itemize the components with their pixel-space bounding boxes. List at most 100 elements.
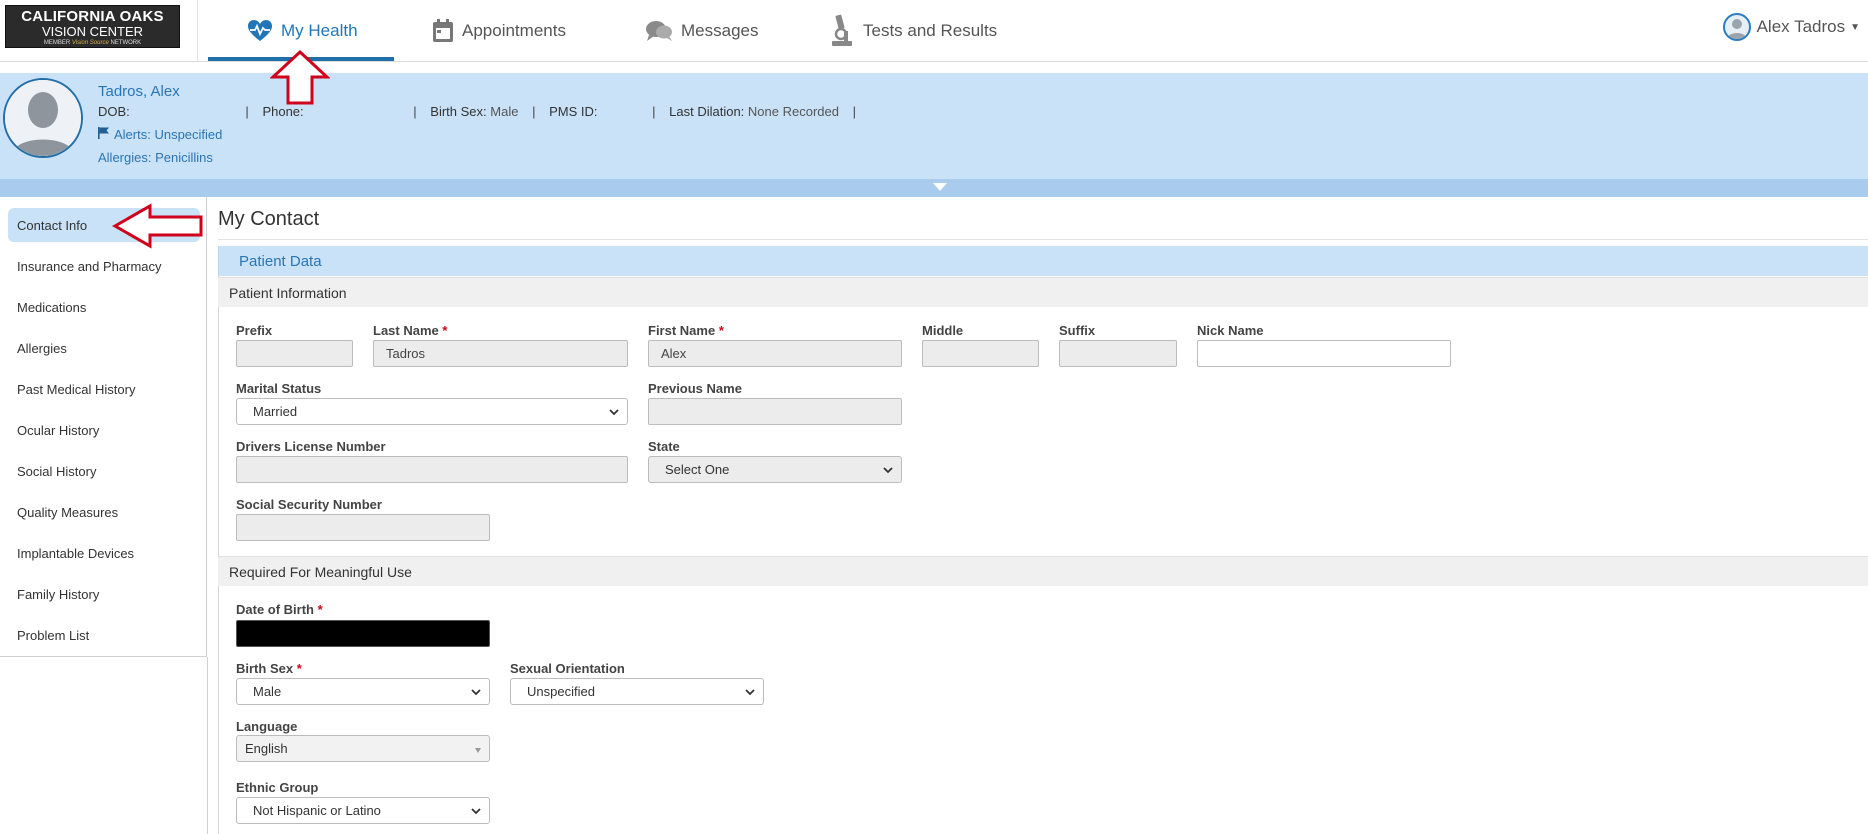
sidebar-item-implantable-devices[interactable]: Implantable Devices	[8, 536, 200, 570]
sidebar-item-past-medical-history[interactable]: Past Medical History	[8, 372, 200, 406]
birth-sex-select[interactable]: Male	[236, 678, 490, 705]
divider: |	[245, 104, 249, 119]
sexual-orientation-label: Sexual Orientation	[510, 661, 625, 676]
chevron-down-icon	[744, 686, 756, 701]
patient-allergies[interactable]: Allergies: Penicillins	[98, 150, 213, 165]
nick-name-label: Nick Name	[1197, 323, 1264, 338]
divider: |	[652, 104, 656, 119]
last-name-label: Last Name *	[373, 323, 448, 338]
logo-member-text: MEMBER	[43, 40, 71, 46]
patient-avatar	[3, 78, 83, 158]
sexual-orientation-select[interactable]: Unspecified	[510, 678, 764, 705]
flag-icon	[98, 127, 109, 142]
tab-label: Messages	[681, 21, 759, 40]
alerts-text: Alerts: Unspecified	[114, 127, 223, 142]
nick-name-field[interactable]	[1197, 340, 1451, 367]
ethnic-group-select[interactable]: Not Hispanic or Latino	[236, 797, 490, 824]
tab-label: My Health	[281, 21, 358, 40]
panel-border	[218, 276, 219, 834]
patient-name[interactable]: Tadros, Alex	[98, 83, 180, 100]
chevron-down-icon	[470, 686, 482, 701]
section-header-patient-information: Patient Information	[218, 277, 1868, 307]
marital-status-label: Marital Status	[236, 381, 322, 396]
sidebar: Contact Info Insurance and Pharmacy Medi…	[0, 197, 207, 657]
first-name-field[interactable]: Alex	[648, 340, 902, 367]
state-select[interactable]: Select One	[648, 456, 902, 483]
ssn-label: Social Security Number	[236, 497, 382, 512]
dropdown-arrow-icon	[475, 748, 481, 753]
prefix-label: Prefix	[236, 323, 273, 338]
drivers-license-field[interactable]	[236, 456, 628, 483]
prefix-field[interactable]	[236, 340, 353, 367]
sidebar-item-problem-list[interactable]: Problem List	[8, 618, 200, 652]
birth-sex-label: Birth Sex *	[236, 661, 302, 676]
state-label: State	[648, 439, 680, 454]
logo-network-text: NETWORK	[110, 40, 142, 46]
sidebar-item-insurance-and-pharmacy[interactable]: Insurance and Pharmacy	[8, 249, 200, 283]
suffix-label: Suffix	[1059, 323, 1096, 338]
section-header-required-for-meaningful-use: Required For Meaningful Use	[218, 556, 1868, 586]
banner-collapse-bar[interactable]	[0, 179, 1868, 197]
suffix-field[interactable]	[1059, 340, 1177, 367]
heart-pulse-icon	[247, 19, 273, 43]
language-select[interactable]: English	[236, 735, 490, 762]
user-name: Alex Tadros	[1756, 17, 1846, 36]
expand-arrow-icon	[933, 183, 947, 191]
sidebar-item-ocular-history[interactable]: Ocular History	[8, 413, 200, 447]
marital-status-select[interactable]: Married	[236, 398, 628, 425]
last-dilation-value: None Recorded	[747, 104, 839, 119]
previous-name-field[interactable]	[648, 398, 902, 425]
title-divider	[218, 239, 1868, 240]
user-menu[interactable]: Alex Tadros ▼	[1722, 12, 1868, 42]
page-title: My Contact	[218, 208, 320, 230]
select-value: English	[245, 741, 288, 756]
divider: |	[413, 104, 417, 119]
previous-name-label: Previous Name	[648, 381, 742, 396]
select-value: Male	[253, 684, 282, 699]
last-dilation-label: Last Dilation:	[669, 104, 745, 119]
california-oaks-logo[interactable]: CALIFORNIA OAKS VISION CENTER MEMBER Vis…	[5, 5, 180, 48]
annotation-arrow-up-icon	[269, 49, 331, 111]
sidebar-item-social-history[interactable]: Social History	[8, 454, 200, 488]
date-of-birth-field[interactable]	[236, 620, 490, 647]
annotation-arrow-left-icon	[111, 203, 204, 254]
chevron-down-icon	[608, 406, 620, 421]
sidebar-item-family-history[interactable]: Family History	[8, 577, 200, 611]
tab-appointments[interactable]: Appointments	[432, 0, 566, 62]
ssn-field[interactable]	[236, 514, 490, 541]
user-avatar	[1722, 13, 1751, 41]
tab-messages[interactable]: Messages	[645, 0, 758, 62]
tab-label: Tests and Results	[863, 21, 998, 40]
patient-alerts[interactable]: Alerts: Unspecified	[98, 127, 222, 142]
language-label: Language	[236, 719, 298, 734]
select-value: Not Hispanic or Latino	[253, 803, 381, 818]
logo-vision-source-text: Vision Source	[71, 40, 109, 46]
microscope-icon	[829, 14, 855, 48]
middle-field[interactable]	[922, 340, 1039, 367]
last-name-field[interactable]: Tadros	[373, 340, 628, 367]
chevron-down-icon	[882, 464, 894, 479]
panel-header-patient-data[interactable]: Patient Data	[218, 246, 1868, 276]
sidebar-item-medications[interactable]: Medications	[8, 290, 200, 324]
date-of-birth-label: Date of Birth *	[236, 602, 323, 617]
logo-line-2: VISION CENTER	[41, 24, 144, 39]
tab-label: Appointments	[462, 21, 566, 40]
first-name-label: First Name *	[648, 323, 724, 338]
sidebar-divider	[207, 657, 208, 834]
patient-details-row: DOB: | Phone: | Birth Sex: Male | PMS ID…	[98, 104, 856, 119]
select-value: Unspecified	[527, 684, 595, 699]
logo-line-1: CALIFORNIA OAKS	[21, 8, 164, 25]
sidebar-item-quality-measures[interactable]: Quality Measures	[8, 495, 200, 529]
birth-sex-label: Birth Sex:	[430, 104, 487, 119]
tab-tests-and-results[interactable]: Tests and Results	[829, 0, 997, 62]
select-value: Married	[253, 404, 298, 419]
dob-label: DOB:	[98, 104, 130, 119]
drivers-license-label: Drivers License Number	[236, 439, 386, 454]
divider: |	[532, 104, 536, 119]
chat-bubbles-icon	[645, 19, 673, 43]
sidebar-item-allergies[interactable]: Allergies	[8, 331, 200, 365]
birth-sex-value: Male	[490, 104, 519, 119]
pms-id-label: PMS ID:	[549, 104, 598, 119]
chevron-down-icon	[470, 805, 482, 820]
caret-down-icon: ▼	[1850, 21, 1860, 33]
